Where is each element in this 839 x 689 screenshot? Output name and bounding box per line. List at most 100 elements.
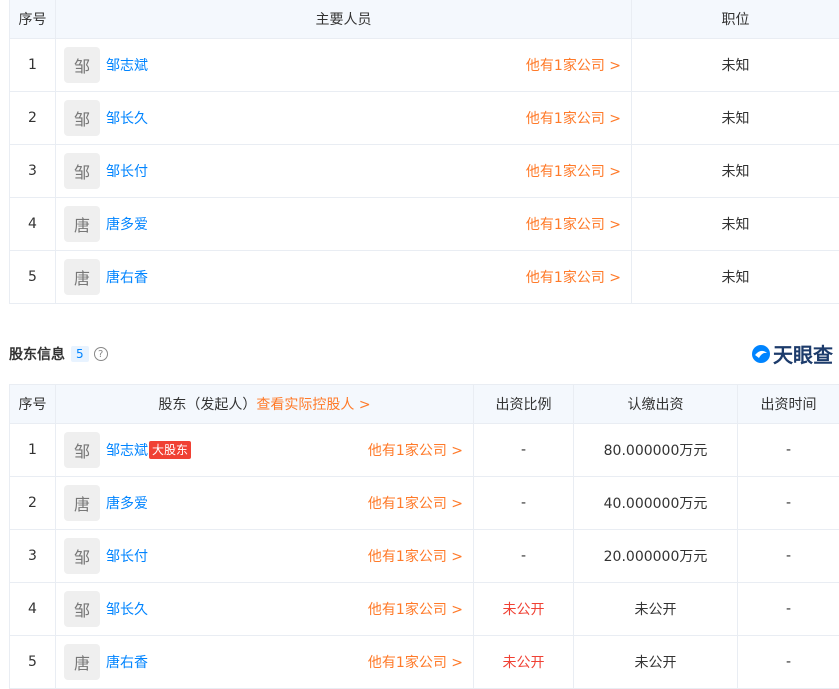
row-index: 3	[10, 145, 56, 198]
shareholder-table-header: 序号 股东（发起人）查看实际控股人 > 出资比例 认缴出资 出资时间	[10, 385, 839, 424]
avatar[interactable]: 邹	[64, 538, 100, 574]
count-badge: 5	[71, 346, 89, 362]
ratio-cell: 未公开	[474, 583, 574, 636]
date-cell: -	[738, 636, 839, 689]
person-cell: 邹邹长久 他有1家公司 >	[56, 92, 632, 145]
header-index: 序号	[10, 0, 56, 39]
companies-link[interactable]: 他有1家公司 >	[368, 440, 463, 460]
help-icon[interactable]: ?	[94, 347, 108, 361]
companies-link[interactable]: 他有1家公司 >	[526, 267, 621, 287]
table-row: 4邹邹长久他有1家公司 >未公开未公开-	[10, 583, 839, 636]
shareholder-table: 序号 股东（发起人）查看实际控股人 > 出资比例 认缴出资 出资时间 1邹邹志斌…	[9, 384, 839, 689]
date-cell: -	[738, 477, 839, 530]
ratio-cell: 未公开	[474, 636, 574, 689]
person-name-link[interactable]: 邹志斌大股东	[106, 440, 191, 460]
person-name[interactable]: 邹长久	[106, 599, 148, 619]
header-person: 主要人员	[56, 0, 632, 39]
companies-link[interactable]: 他有1家公司 >	[526, 108, 621, 128]
table-row: 4唐唐多爱 他有1家公司 > 未知	[10, 198, 839, 251]
tianyancha-logo: 天眼查	[751, 339, 833, 368]
person-name-link[interactable]: 邹长付	[106, 161, 148, 181]
table-row: 2唐唐多爱他有1家公司 >-40.000000万元-	[10, 477, 839, 530]
shareholder-section-header: 股东信息 5 ?	[9, 343, 108, 365]
ratio-cell: -	[474, 477, 574, 530]
header-index: 序号	[10, 385, 56, 424]
staff-table: 序号 主要人员 职位 1邹邹志斌他有1家公司 >未知2邹邹长久他有1家公司 >未…	[9, 0, 839, 304]
person-cell: 邹邹长久 他有1家公司 >	[56, 583, 474, 636]
person-name[interactable]: 邹志斌	[106, 440, 148, 460]
header-subscribed: 认缴出资	[574, 385, 738, 424]
avatar[interactable]: 邹	[64, 591, 100, 627]
date-cell: -	[738, 530, 839, 583]
person-name[interactable]: 唐多爱	[106, 214, 148, 234]
avatar[interactable]: 唐	[64, 644, 100, 680]
position-cell: 未知	[632, 145, 839, 198]
row-index: 1	[10, 424, 56, 477]
logo-text: 天眼查	[773, 339, 833, 368]
companies-link[interactable]: 他有1家公司 >	[368, 599, 463, 619]
companies-link[interactable]: 他有1家公司 >	[368, 546, 463, 566]
row-index: 5	[10, 251, 56, 304]
person-cell: 唐唐多爱 他有1家公司 >	[56, 198, 632, 251]
ratio-cell: -	[474, 424, 574, 477]
row-index: 3	[10, 530, 56, 583]
position-cell: 未知	[632, 39, 839, 92]
header-position: 职位	[632, 0, 839, 39]
row-index: 4	[10, 198, 56, 251]
row-index: 2	[10, 477, 56, 530]
major-shareholder-badge: 大股东	[149, 441, 191, 459]
person-name[interactable]: 唐多爱	[106, 493, 148, 513]
person-name-link[interactable]: 唐多爱	[106, 214, 148, 234]
row-index: 2	[10, 92, 56, 145]
person-name-link[interactable]: 唐右香	[106, 652, 148, 672]
companies-link[interactable]: 他有1家公司 >	[526, 161, 621, 181]
person-cell: 邹邹志斌 他有1家公司 >	[56, 39, 632, 92]
table-row: 2邹邹长久 他有1家公司 > 未知	[10, 92, 839, 145]
avatar[interactable]: 唐	[64, 485, 100, 521]
subscribed-cell: 20.000000万元	[574, 530, 738, 583]
avatar[interactable]: 邹	[64, 432, 100, 468]
position-cell: 未知	[632, 92, 839, 145]
subscribed-cell: 80.000000万元	[574, 424, 738, 477]
date-cell: -	[738, 583, 839, 636]
subscribed-cell: 未公开	[574, 583, 738, 636]
position-cell: 未知	[632, 198, 839, 251]
person-name-link[interactable]: 邹志斌	[106, 55, 148, 75]
row-index: 1	[10, 39, 56, 92]
table-row: 1邹邹志斌 他有1家公司 > 未知	[10, 39, 839, 92]
header-ratio: 出资比例	[474, 385, 574, 424]
avatar[interactable]: 唐	[64, 206, 100, 242]
avatar[interactable]: 邹	[64, 153, 100, 189]
subscribed-cell: 40.000000万元	[574, 477, 738, 530]
avatar[interactable]: 邹	[64, 47, 100, 83]
companies-link[interactable]: 他有1家公司 >	[526, 214, 621, 234]
person-name[interactable]: 邹长付	[106, 546, 148, 566]
logo-icon	[751, 344, 771, 364]
person-name[interactable]: 邹志斌	[106, 55, 148, 75]
person-name-link[interactable]: 邹长久	[106, 108, 148, 128]
person-name-link[interactable]: 邹长付	[106, 546, 148, 566]
person-name-link[interactable]: 唐多爱	[106, 493, 148, 513]
person-cell: 邹邹长付 他有1家公司 >	[56, 530, 474, 583]
subscribed-cell: 未公开	[574, 636, 738, 689]
avatar[interactable]: 唐	[64, 259, 100, 295]
person-name[interactable]: 唐右香	[106, 652, 148, 672]
avatar[interactable]: 邹	[64, 100, 100, 136]
table-row: 5唐唐右香他有1家公司 >未知	[10, 251, 839, 304]
companies-link[interactable]: 他有1家公司 >	[368, 493, 463, 513]
header-shareholder-label: 股东（发起人）	[158, 397, 256, 413]
table-row: 5唐唐右香他有1家公司 >未公开未公开-	[10, 636, 839, 689]
companies-link[interactable]: 他有1家公司 >	[526, 55, 621, 75]
row-index: 5	[10, 636, 56, 689]
staff-table-header: 序号 主要人员 职位	[10, 0, 839, 39]
header-date: 出资时间	[738, 385, 839, 424]
person-name-link[interactable]: 邹长久	[106, 599, 148, 619]
person-name[interactable]: 唐右香	[106, 267, 148, 287]
companies-link[interactable]: 他有1家公司 >	[368, 652, 463, 672]
person-cell: 邹邹长付 他有1家公司 >	[56, 145, 632, 198]
person-name[interactable]: 邹长久	[106, 108, 148, 128]
person-cell: 唐唐多爱 他有1家公司 >	[56, 477, 474, 530]
person-name-link[interactable]: 唐右香	[106, 267, 148, 287]
person-name[interactable]: 邹长付	[106, 161, 148, 181]
view-controller-link[interactable]: 查看实际控股人 >	[256, 397, 370, 413]
